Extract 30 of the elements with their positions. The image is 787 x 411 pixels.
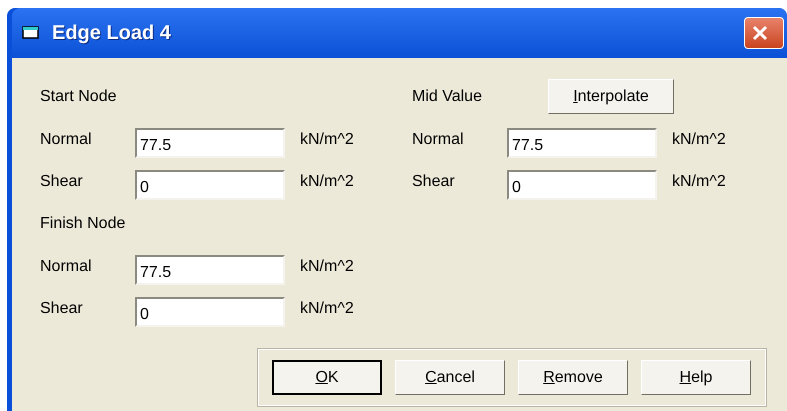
window-title: Edge Load 4 xyxy=(52,21,171,46)
dialog-button[interactable]: OK xyxy=(272,360,382,395)
close-icon xyxy=(751,24,769,42)
field-label: Shear xyxy=(40,172,84,192)
dialog-button[interactable]: Remove xyxy=(518,360,628,395)
input-field[interactable]: 0 xyxy=(135,297,285,327)
window-icon xyxy=(22,26,40,40)
field-label: Shear xyxy=(412,172,456,192)
unit-label: kN/m^2 xyxy=(300,130,354,150)
unit-label: kN/m^2 xyxy=(300,257,354,277)
field-label: Shear xyxy=(40,299,84,319)
group-label: Start Node xyxy=(40,86,118,106)
input-field[interactable]: 77.5 xyxy=(135,128,285,158)
dialog-button[interactable]: Help xyxy=(641,360,751,395)
input-field[interactable]: 0 xyxy=(135,170,285,200)
input-field[interactable]: 77.5 xyxy=(507,128,657,158)
group-label: Mid Value xyxy=(412,86,483,106)
field-label: Normal xyxy=(412,130,465,150)
close-button[interactable] xyxy=(744,17,784,49)
group-label: Finish Node xyxy=(40,214,126,234)
input-field[interactable]: 0 xyxy=(507,170,657,200)
dialog-button[interactable]: Cancel xyxy=(395,360,505,395)
unit-label: kN/m^2 xyxy=(672,130,726,150)
field-label: Normal xyxy=(40,257,93,277)
field-label: Normal xyxy=(40,130,93,150)
input-field[interactable]: 77.5 xyxy=(135,255,285,285)
unit-label: kN/m^2 xyxy=(300,172,354,192)
unit-label: kN/m^2 xyxy=(672,172,726,192)
interpolate-button[interactable]: Interpolate xyxy=(548,79,674,114)
unit-label: kN/m^2 xyxy=(300,299,354,319)
